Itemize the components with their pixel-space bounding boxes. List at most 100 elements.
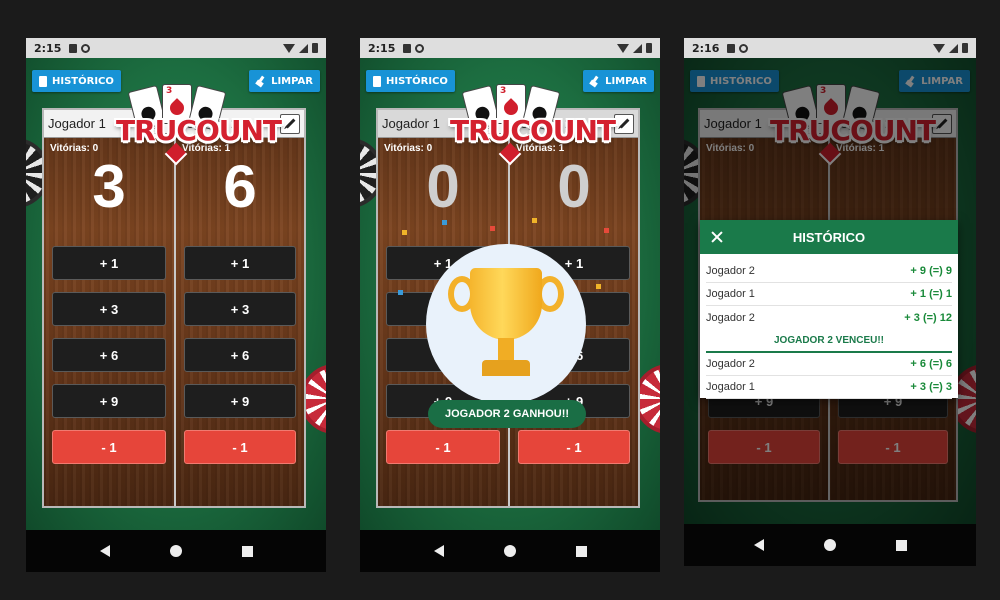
- clear-button-label: LIMPAR: [271, 75, 313, 87]
- confetti-decoration: [490, 226, 495, 231]
- sync-icon: [81, 43, 91, 53]
- sd-card-icon: [403, 43, 412, 53]
- status-time: 2:15: [368, 41, 396, 55]
- history-button[interactable]: HISTÓRICO: [32, 70, 121, 92]
- battery-icon: [646, 43, 652, 53]
- trophy-stem: [498, 338, 514, 362]
- clear-button-label: LIMPAR: [605, 75, 647, 87]
- back-icon[interactable]: [753, 539, 764, 551]
- history-button-label: HISTÓRICO: [52, 75, 114, 87]
- history-row: Jogador 1 + 1 (=) 1: [706, 283, 952, 306]
- status-bar: 2:15: [360, 38, 660, 58]
- back-icon[interactable]: [99, 545, 110, 557]
- history-dialog-title: HISTÓRICO: [792, 229, 866, 245]
- player-1-name: Jogador 1: [48, 116, 106, 131]
- history-points: + 3 (=) 12: [904, 311, 952, 324]
- phone-screen-2: 2:15 HISTÓRICO LIMPAR Jogador 1 Vitórias…: [360, 38, 660, 572]
- card-rank: 3: [500, 86, 507, 96]
- history-button[interactable]: HISTÓRICO: [366, 70, 455, 92]
- wifi-icon: [283, 43, 295, 53]
- recent-apps-icon[interactable]: [575, 545, 587, 557]
- status-time: 2:15: [34, 41, 62, 55]
- history-dialog: HISTÓRICO Jogador 2 + 9 (=) 9 Jogador 1 …: [700, 220, 958, 399]
- history-player: Jogador 2: [706, 265, 755, 277]
- phone-screen-1: 2:15 HISTÓRICO LIMPAR Jogador 1 Vitórias…: [26, 38, 326, 572]
- sd-card-icon: [727, 43, 736, 53]
- history-points: + 9 (=) 9: [910, 265, 952, 277]
- wifi-icon: [933, 43, 945, 53]
- battery-icon: [312, 43, 318, 53]
- history-player: Jogador 1: [706, 381, 755, 393]
- p1-add-9-button[interactable]: + 9: [52, 384, 166, 418]
- pencil-icon: [619, 118, 629, 129]
- p2-minus-1-button[interactable]: - 1: [184, 430, 296, 464]
- wifi-icon: [617, 43, 629, 53]
- p1-minus-1-button[interactable]: - 1: [52, 430, 166, 464]
- confetti-decoration: [532, 218, 537, 223]
- trophy-base: [482, 360, 530, 376]
- history-row: Jogador 2 + 3 (=) 12: [706, 306, 952, 329]
- history-player: Jogador 2: [706, 358, 755, 370]
- phone-screen-3: 2:16 HISTÓRICO LIMPAR Jogador 1 Vitórias…: [684, 38, 976, 566]
- score-board: Jogador 1 Vitórias: 0 3 + 1 + 3 + 6 + 9 …: [42, 108, 306, 508]
- history-button-label: HISTÓRICO: [386, 75, 448, 87]
- confetti-decoration: [604, 228, 609, 233]
- pencil-icon: [285, 118, 295, 129]
- p1-add-3-button[interactable]: + 3: [52, 292, 166, 326]
- p1-minus-1-button[interactable]: - 1: [386, 430, 500, 464]
- app-screen: HISTÓRICO LIMPAR Jogador 1 Vitórias: 0 3…: [26, 58, 326, 530]
- close-icon[interactable]: [708, 228, 726, 246]
- clear-button[interactable]: LIMPAR: [249, 70, 320, 92]
- card-rank: 3: [166, 86, 173, 96]
- home-icon[interactable]: [823, 539, 836, 551]
- player-1-score-buttons: + 1 + 3 + 6 + 9 - 1: [52, 246, 166, 476]
- history-row: Jogador 2 + 6 (=) 6: [706, 353, 952, 376]
- signal-icon: [633, 43, 642, 53]
- confetti-decoration: [402, 230, 407, 235]
- history-winner-line: JOGADOR 2 VENCEU!!: [706, 329, 952, 353]
- trophy-icon: [470, 268, 542, 340]
- broom-icon: [256, 76, 266, 86]
- sync-icon: [739, 43, 749, 53]
- trucount-logo: 3 TRUCOUNT: [116, 84, 282, 168]
- navigation-bar: [684, 524, 976, 566]
- p2-minus-1-button[interactable]: - 1: [518, 430, 630, 464]
- p1-add-6-button[interactable]: + 6: [52, 338, 166, 372]
- p2-add-6-button[interactable]: + 6: [184, 338, 296, 372]
- status-time: 2:16: [692, 41, 720, 55]
- history-dialog-header: HISTÓRICO: [700, 220, 958, 254]
- trucount-logo: 3 TRUCOUNT: [450, 84, 616, 168]
- book-icon: [373, 75, 381, 87]
- home-icon[interactable]: [169, 545, 182, 557]
- home-icon[interactable]: [503, 545, 516, 557]
- winner-toast: JOGADOR 2 GANHOU!!: [428, 400, 586, 428]
- history-row: Jogador 1 + 3 (=) 3: [706, 376, 952, 399]
- broom-icon: [590, 76, 600, 86]
- p1-add-1-button[interactable]: + 1: [52, 246, 166, 280]
- p2-add-1-button[interactable]: + 1: [184, 246, 296, 280]
- sd-card-icon: [69, 43, 78, 53]
- player-1-column: Jogador 1 Vitórias: 0 3 + 1 + 3 + 6 + 9 …: [44, 110, 174, 506]
- edit-player-2-button[interactable]: [280, 113, 300, 134]
- history-points: + 6 (=) 6: [910, 358, 952, 370]
- confetti-decoration: [442, 220, 447, 225]
- clear-button[interactable]: LIMPAR: [583, 70, 654, 92]
- status-bar: 2:16: [684, 38, 976, 58]
- history-player: Jogador 2: [706, 311, 755, 324]
- confetti-decoration: [398, 290, 403, 295]
- player-2-column: Jogador 2 Vitórias: 1 6 + 1 + 3 + 6 + 9 …: [174, 110, 304, 506]
- recent-apps-icon[interactable]: [895, 539, 907, 551]
- signal-icon: [299, 43, 308, 53]
- app-screen: HISTÓRICO LIMPAR Jogador 1 Vitórias: 0 0…: [360, 58, 660, 530]
- confetti-decoration: [596, 284, 601, 289]
- p2-add-3-button[interactable]: + 3: [184, 292, 296, 326]
- navigation-bar: [360, 530, 660, 572]
- app-screen: HISTÓRICO LIMPAR Jogador 1 Vitórias: 0 +…: [684, 58, 976, 524]
- back-icon[interactable]: [433, 545, 444, 557]
- p2-add-9-button[interactable]: + 9: [184, 384, 296, 418]
- player-2-score-buttons: + 1 + 3 + 6 + 9 - 1: [184, 246, 296, 476]
- edit-player-2-button[interactable]: [614, 113, 634, 134]
- recent-apps-icon[interactable]: [241, 545, 253, 557]
- history-points: + 1 (=) 1: [910, 288, 952, 300]
- battery-icon: [962, 43, 968, 53]
